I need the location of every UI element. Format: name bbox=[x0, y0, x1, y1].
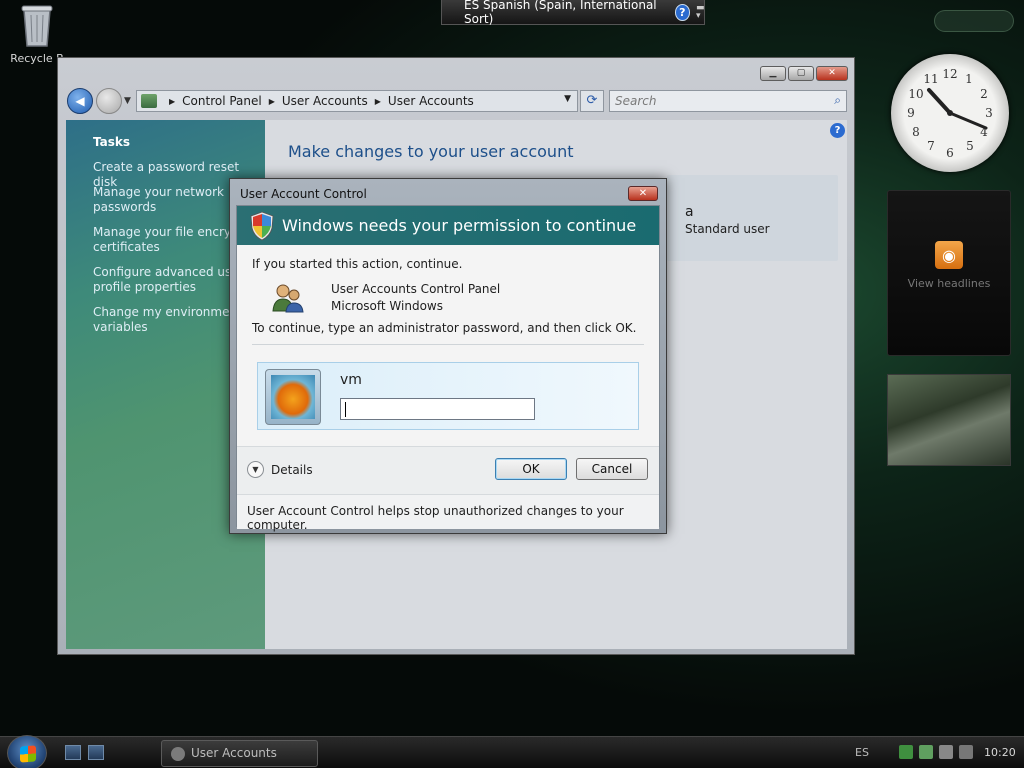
details-label[interactable]: Details bbox=[271, 463, 313, 477]
account-name: a bbox=[685, 204, 694, 220]
dialog-body: Windows needs your permission to continu… bbox=[236, 205, 660, 532]
details-toggle[interactable]: ▼ Details bbox=[247, 461, 313, 478]
search-input[interactable]: Search ⌕ bbox=[609, 90, 847, 112]
breadcrumb-separator-icon[interactable]: ▶ bbox=[169, 97, 175, 106]
feed-label: View headlines bbox=[907, 277, 991, 290]
banner-text: Windows needs your permission to continu… bbox=[282, 216, 637, 235]
window-controls: ▁ ▢ ✕ bbox=[760, 66, 848, 81]
language-bar-options-icon[interactable]: ▬ ▾ bbox=[696, 4, 705, 21]
password-field[interactable] bbox=[340, 398, 535, 420]
rss-icon: ◉ bbox=[935, 241, 963, 269]
username-label: vm bbox=[340, 372, 362, 388]
svg-text:5: 5 bbox=[966, 139, 974, 153]
password-instruction: To continue, type an administrator passw… bbox=[252, 321, 637, 335]
user-accounts-icon bbox=[272, 284, 304, 313]
show-desktop-icon[interactable] bbox=[65, 745, 81, 760]
dialog-close-button[interactable]: ✕ bbox=[628, 186, 658, 201]
refresh-button[interactable]: ⟳ bbox=[580, 90, 604, 112]
svg-text:3: 3 bbox=[985, 106, 993, 120]
system-tray bbox=[899, 745, 973, 759]
breadcrumb-item[interactable]: User Accounts bbox=[282, 94, 368, 108]
shield-icon bbox=[250, 211, 274, 241]
forward-button[interactable] bbox=[96, 88, 122, 114]
dialog-title: User Account Control bbox=[240, 187, 367, 201]
recent-pages-dropdown[interactable]: ▼ bbox=[124, 96, 131, 106]
taskbar: User Accounts ES 10:20 bbox=[0, 735, 1024, 768]
recycle-bin-label: Recycle B bbox=[10, 52, 64, 65]
uac-footer-note: User Account Control helps stop unauthor… bbox=[237, 494, 659, 532]
search-placeholder: Search bbox=[615, 94, 657, 108]
start-button[interactable] bbox=[7, 735, 47, 768]
ok-button[interactable]: OK bbox=[495, 458, 567, 480]
trash-icon bbox=[21, 5, 53, 47]
clock-gadget[interactable]: 12 1 2 345 678 9 10 11 bbox=[891, 54, 1009, 172]
tray-clock[interactable]: 10:20 bbox=[984, 746, 1016, 759]
svg-text:7: 7 bbox=[927, 139, 935, 153]
help-icon[interactable]: ? bbox=[674, 3, 690, 21]
volume-muted-icon[interactable] bbox=[959, 745, 973, 759]
back-button[interactable]: ◀ bbox=[67, 88, 93, 114]
account-role: Standard user bbox=[685, 222, 770, 236]
continue-instruction: If you started this action, continue. bbox=[252, 257, 463, 271]
divider bbox=[252, 344, 644, 345]
clock-face-icon: 12 12 345 678 91011 bbox=[907, 67, 993, 160]
help-icon[interactable]: ? bbox=[830, 123, 845, 138]
svg-text:10: 10 bbox=[908, 87, 923, 101]
breadcrumb-item[interactable]: Control Panel bbox=[182, 94, 262, 108]
language-label[interactable]: ES Spanish (Spain, International Sort) bbox=[464, 0, 665, 26]
goldfish-picture-icon bbox=[271, 375, 315, 419]
credential-tile[interactable]: vm bbox=[257, 362, 639, 430]
taskbar-item-user-accounts[interactable]: User Accounts bbox=[161, 740, 318, 767]
avatar bbox=[265, 369, 321, 425]
svg-text:11: 11 bbox=[923, 72, 938, 86]
chevron-down-icon[interactable]: ▼ bbox=[247, 461, 264, 478]
taskbar-item-label: User Accounts bbox=[191, 746, 277, 760]
svg-text:12: 12 bbox=[942, 67, 957, 81]
program-publisher: Microsoft Windows bbox=[331, 299, 443, 313]
text-cursor-icon bbox=[345, 402, 346, 417]
minimize-button[interactable]: ▁ bbox=[760, 66, 786, 81]
breadcrumb-item[interactable]: User Accounts bbox=[388, 94, 474, 108]
account-card: a Standard user bbox=[667, 175, 838, 261]
language-bar[interactable]: ES Spanish (Spain, International Sort) ?… bbox=[441, 0, 705, 26]
program-name: User Accounts Control Panel bbox=[331, 282, 501, 296]
tray-language[interactable]: ES bbox=[855, 746, 869, 759]
cancel-button[interactable]: Cancel bbox=[576, 458, 648, 480]
windows-logo-icon bbox=[20, 745, 36, 763]
feed-headlines-gadget[interactable]: ◉ View headlines bbox=[887, 190, 1011, 356]
user-accounts-icon bbox=[171, 747, 185, 761]
sidebar-controls[interactable] bbox=[934, 10, 1014, 32]
svg-text:2: 2 bbox=[980, 87, 988, 101]
address-bar[interactable]: ▶ Control Panel ▶ User Accounts ▶ User A… bbox=[136, 90, 578, 112]
security-center-icon[interactable] bbox=[919, 745, 933, 759]
close-button[interactable]: ✕ bbox=[816, 66, 848, 81]
page-title: Make changes to your user account bbox=[288, 142, 574, 161]
recycle-bin-icon[interactable]: Recycle B bbox=[6, 2, 68, 65]
address-dropdown-icon[interactable]: ▼ bbox=[564, 94, 571, 104]
maximize-button[interactable]: ▢ bbox=[788, 66, 814, 81]
slideshow-gadget[interactable] bbox=[887, 374, 1011, 466]
switch-windows-icon[interactable] bbox=[88, 745, 104, 760]
permission-banner: Windows needs your permission to continu… bbox=[237, 206, 659, 245]
svg-text:6: 6 bbox=[946, 146, 954, 160]
network-status-icon[interactable] bbox=[939, 745, 953, 759]
tasks-heading: Tasks bbox=[93, 135, 131, 149]
breadcrumb-separator-icon[interactable]: ▶ bbox=[375, 97, 381, 106]
breadcrumb-separator-icon[interactable]: ▶ bbox=[269, 97, 275, 106]
search-icon[interactable]: ⌕ bbox=[834, 93, 841, 108]
svg-text:1: 1 bbox=[965, 72, 973, 86]
svg-text:9: 9 bbox=[907, 106, 915, 120]
network-icon[interactable] bbox=[899, 745, 913, 759]
control-panel-icon bbox=[141, 94, 157, 108]
svg-text:8: 8 bbox=[912, 125, 920, 139]
dialog-actions: ▼ Details OK Cancel User Account Control… bbox=[237, 446, 659, 532]
uac-dialog: User Account Control ✕ Windows needs you… bbox=[229, 178, 667, 534]
